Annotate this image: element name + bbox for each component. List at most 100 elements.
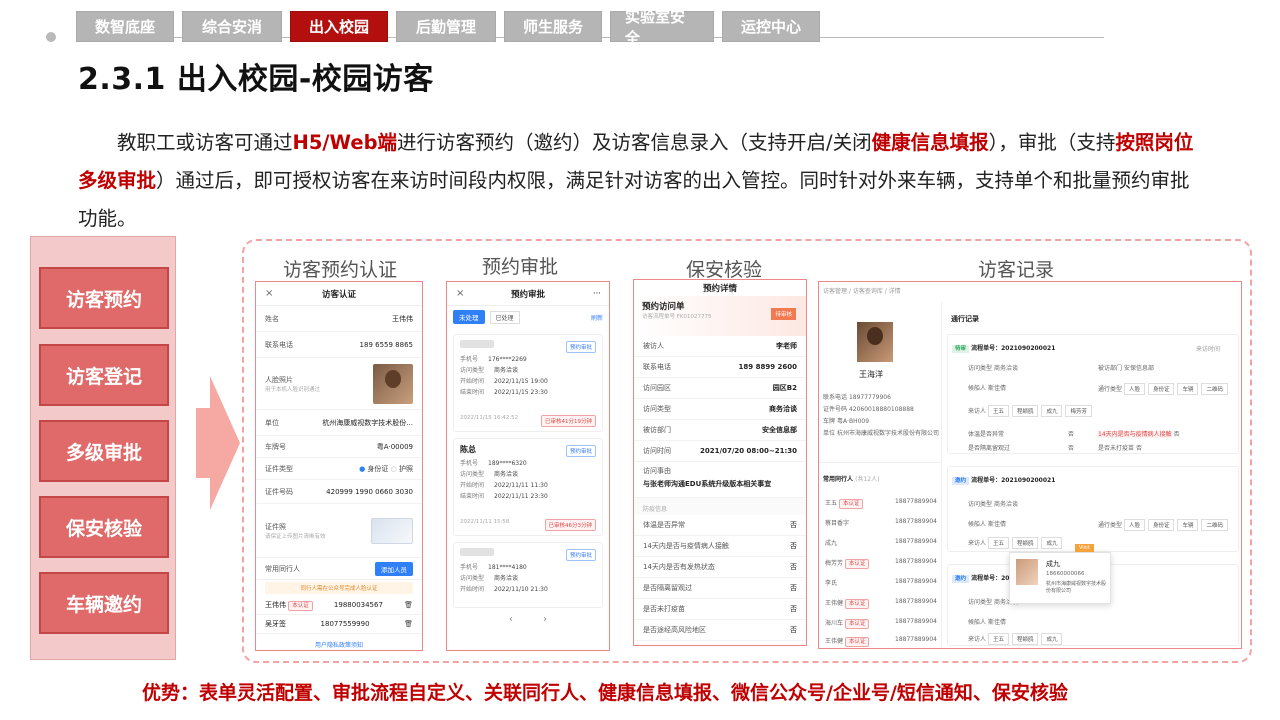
list-item[interactable]: 预约审批 手机号 181****4180 访问类型 商务洽谈 开始时间 2022/11… [453,542,603,608]
face-photo-image[interactable] [373,363,413,404]
table-row[interactable]: 蔡目香字 18877889904 [825,518,937,527]
table-row[interactable]: 梅芳芳 本认证 18877889904 [825,558,937,569]
visitor-field: 车牌 粤A·BH009 [823,416,869,425]
radio-unchecked-icon[interactable]: ○ [391,465,397,473]
sidebar-item-guard-verification[interactable]: 保安核验 [39,496,169,558]
sidebar-item-visitor-booking[interactable]: 访客预约 [39,267,169,329]
field-label: 访问类型 [968,599,993,606]
line-value: 2022/11/15 19:00 [494,378,548,385]
field-name[interactable]: 姓名 王伟伟 [256,306,422,332]
health-row: 14天内是否与疫情病人接触 否 [634,536,806,557]
companion-chip[interactable]: 王五 [987,633,1009,645]
flow-field: 候船人 斯佳倩 [968,519,1006,528]
visitor-name: 王海洋 [859,370,883,379]
more-icon[interactable]: ··· [593,289,601,299]
field-phone[interactable]: 联系电话 189 6559 8865 [256,332,422,358]
companion-popup[interactable]: 成九 18660000066 杭州市海康威视数字技术股份有限公司 [1009,552,1111,604]
companion-name: 海川车 [825,620,844,627]
pass-chip: 车辆 [1177,519,1199,531]
privacy-link[interactable]: 用户隐私政策须知 [256,640,422,649]
delete-icon[interactable]: 🗑 [404,620,413,628]
field-cert-number[interactable]: 证件号码 420999 1990 0660 3030 [256,480,422,504]
field-value: 否 [790,542,797,550]
companion-chip[interactable]: 成九 [1041,633,1063,645]
tab-security[interactable]: 综合安消 [182,11,282,42]
id-card-image[interactable] [371,517,413,544]
table-row[interactable]: 王伟健 本认证 18877889904 [825,636,937,647]
companion-name: 李氏 [825,580,838,587]
prev-page-icon[interactable]: ‹ [509,614,513,625]
close-icon[interactable]: × [456,288,464,299]
radio-checked-icon[interactable]: ● [359,465,365,473]
field-label: 联系电话 [265,340,293,349]
remaining-badge: 已审核41分19分钟 [541,415,596,427]
intro-text: ），审批（支持 [988,131,1116,154]
tab-data-foundation[interactable]: 数智底座 [76,11,174,42]
flow-record[interactable]: 邀约 流程单号：2021090200021 访问类型 商务洽谈 候船人 斯佳倩 … [947,466,1239,552]
field-label: 来访人 [968,408,987,415]
next-page-icon[interactable]: › [543,614,547,625]
field-label: 被访部门 [1098,365,1123,372]
line-label: 结束时间 [460,389,485,396]
table-row[interactable]: 成九 18877889904 [825,538,937,547]
line-label: 手机号 [460,564,479,571]
popup-tag: Visit [1075,544,1094,552]
tab-logistics[interactable]: 后勤管理 [396,11,496,42]
companion-chip[interactable]: 王五 [987,405,1009,417]
field-hint: 用于本机人脸识别通过 [265,386,321,393]
column-title-auth: 访客预约认证 [283,259,398,281]
companion-chip[interactable]: 成九 [1041,405,1063,417]
tab-services[interactable]: 师生服务 [504,11,602,42]
companion-chip[interactable]: 程颖鸥 [1011,633,1039,645]
close-icon[interactable]: × [265,288,273,299]
line-value: 189****6320 [488,460,527,467]
companion-phone: 18877889904 [895,618,937,625]
table-row[interactable]: 王五 本认证 18877889904 [825,498,937,509]
approval-line: 开始时间 2022/11/11 11:30 [460,480,596,491]
field-face-photo[interactable]: 人脸照片 用于本机人脸识别通过 [256,358,422,410]
field-value: 否 [790,626,797,634]
companion-phone: 18877889904 [895,538,937,545]
add-companion-button[interactable]: 添加人员 [375,561,413,576]
companion-chip[interactable]: 程颖鸥 [1011,537,1039,549]
approval-line: 手机号 181****4180 [460,562,596,573]
field-label: 被访人 [643,342,664,350]
list-item[interactable]: 陈总 预约审批 手机号 189****6320 访问类型 商务洽谈 开始时间 2022… [453,438,603,536]
intro-text: 教职工或访客可通过 [117,131,293,154]
line-label: 开始时间 [460,482,485,489]
list-item[interactable]: 王伟伟 本认证 19880034567 🗑 [256,596,422,615]
field-cert-type[interactable]: 证件类型 ● 身份证 ○ 护照 [256,458,422,480]
status-badge: 预约审批 [565,341,596,353]
filter-done-button[interactable]: 已处理 [489,310,520,324]
sidebar-item-visitor-registration[interactable]: 访客登记 [39,344,169,406]
refresh-button[interactable]: 刷新 [591,313,603,322]
delete-icon[interactable]: 🗑 [404,601,413,609]
tab-control-center[interactable]: 运控中心 [722,11,820,42]
filter-pending-button[interactable]: 未处理 [453,310,485,324]
line-label: 手机号 [460,356,479,363]
sidebar-item-multi-approval[interactable]: 多级审批 [39,420,169,482]
tab-lab-safety[interactable]: 实验室安全 [610,8,714,47]
created-time: 2022/11/15 16:42:52 [460,415,519,421]
field-cert-image[interactable]: 证件照 请保证上传图片清晰有效 [256,504,422,558]
sidebar-item-vehicle-invite[interactable]: 车辆邀约 [39,572,169,634]
flow-record[interactable]: 待审 流程单号：2021090200021 来访时间 访问类型 商务洽谈 被访部… [947,334,1239,454]
companion-chip[interactable]: 成九 [1041,537,1063,549]
list-item[interactable]: 预约审批 手机号 176****2269 访问类型 商务洽谈 开始时间 2022/11… [453,334,603,432]
table-row[interactable]: 海川车 本认证 18877889904 [825,618,937,629]
flow-header: 邀约 流程单号：2021090200021 [952,475,1055,485]
tab-campus-access[interactable]: 出入校园 [290,11,388,42]
table-row[interactable]: 李氏 18877889904 [825,578,937,587]
companion-chip[interactable]: 程颖鸥 [1011,405,1039,417]
companion-chip[interactable]: 王五 [987,537,1009,549]
companion-tag: 本认证 [288,601,313,611]
popup-unit: 杭州市海康威视数字技术股份有限公司 [1046,581,1107,594]
field-plate[interactable]: 车牌号 粤A·00009 [256,436,422,458]
field-unit[interactable]: 单位 杭州海康威视数字技术股份... [256,410,422,436]
list-item[interactable]: 吴牙签 18077559990 🗑 [256,615,422,634]
table-row[interactable]: 王伟健 本认证 18877889904 [825,598,937,609]
companion-chip[interactable]: 梅芳芳 [1065,405,1092,417]
line-value: 2022/11/11 23:30 [494,493,548,500]
pass-chip: 二维码 [1201,383,1228,395]
line-value: 2022/11/15 23:30 [494,389,548,396]
